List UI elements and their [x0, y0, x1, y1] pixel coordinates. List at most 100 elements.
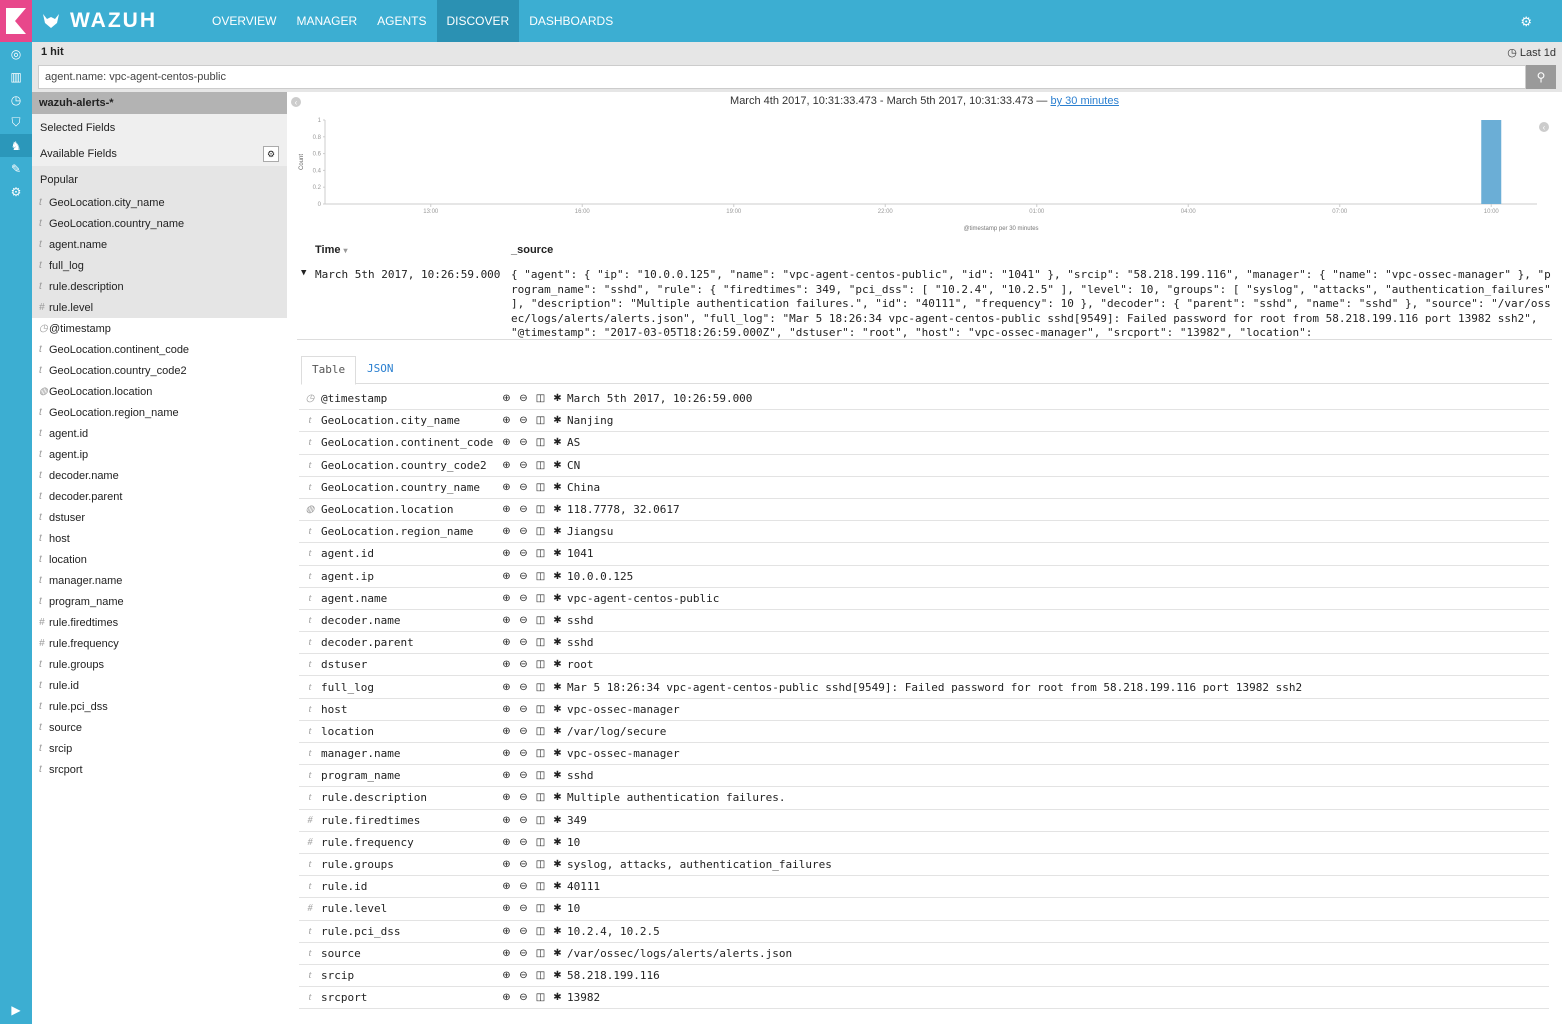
- toggle-column-icon[interactable]: ◫: [533, 726, 548, 737]
- filter-out-value-icon[interactable]: ⊖: [516, 970, 531, 981]
- sidebar-field-item[interactable]: t program_name: [32, 591, 287, 612]
- filter-for-value-icon[interactable]: ⊕: [499, 637, 514, 648]
- filter-exists-icon[interactable]: ✱: [550, 460, 565, 471]
- sidebar-field-item[interactable]: t host: [32, 528, 287, 549]
- toggle-column-icon[interactable]: ◫: [533, 615, 548, 626]
- sidebar-field-item[interactable]: t source: [32, 717, 287, 738]
- nav-dashboards[interactable]: DASHBOARDS: [519, 0, 623, 42]
- filter-exists-icon[interactable]: ✱: [550, 659, 565, 670]
- toggle-column-icon[interactable]: ◫: [533, 637, 548, 648]
- toggle-column-icon[interactable]: ◫: [533, 859, 548, 870]
- search-input[interactable]: [38, 65, 1526, 89]
- filter-for-value-icon[interactable]: ⊕: [499, 415, 514, 426]
- filter-exists-icon[interactable]: ✱: [550, 970, 565, 981]
- filter-for-value-icon[interactable]: ⊕: [499, 926, 514, 937]
- filter-out-value-icon[interactable]: ⊖: [516, 792, 531, 803]
- filter-for-value-icon[interactable]: ⊕: [499, 837, 514, 848]
- filter-exists-icon[interactable]: ✱: [550, 859, 565, 870]
- sidebar-field-item[interactable]: t decoder.parent: [32, 486, 287, 507]
- filter-for-value-icon[interactable]: ⊕: [499, 571, 514, 582]
- filter-exists-icon[interactable]: ✱: [550, 637, 565, 648]
- filter-out-value-icon[interactable]: ⊖: [516, 571, 531, 582]
- filter-for-value-icon[interactable]: ⊕: [499, 482, 514, 493]
- wazuh-wolf-icon[interactable]: ♞: [0, 134, 32, 157]
- wazuh-brand[interactable]: WAZUH: [42, 9, 202, 33]
- filter-exists-icon[interactable]: ✱: [550, 548, 565, 559]
- sidebar-field-item[interactable]: # rule.firedtimes: [32, 612, 287, 633]
- filter-exists-icon[interactable]: ✱: [550, 881, 565, 892]
- toggle-column-icon[interactable]: ◫: [533, 526, 548, 537]
- filter-out-value-icon[interactable]: ⊖: [516, 504, 531, 515]
- sidebar-field-item[interactable]: t agent.id: [32, 423, 287, 444]
- nav-agents[interactable]: AGENTS: [367, 0, 436, 42]
- sidebar-field-item[interactable]: t decoder.name: [32, 465, 287, 486]
- toggle-column-icon[interactable]: ◫: [533, 770, 548, 781]
- sidebar-field-item[interactable]: t srcip: [32, 738, 287, 759]
- filter-exists-icon[interactable]: ✱: [550, 504, 565, 515]
- toggle-column-icon[interactable]: ◫: [533, 748, 548, 759]
- index-pattern-selector[interactable]: wazuh-alerts-*: [32, 92, 287, 114]
- sidebar-field-item[interactable]: t GeoLocation.country_code2: [32, 360, 287, 381]
- filter-exists-icon[interactable]: ✱: [550, 770, 565, 781]
- time-column-header[interactable]: Time ▾: [315, 244, 348, 256]
- filter-for-value-icon[interactable]: ⊕: [499, 593, 514, 604]
- filter-exists-icon[interactable]: ✱: [550, 926, 565, 937]
- devtools-wrench-icon[interactable]: ✎: [0, 157, 32, 180]
- filter-exists-icon[interactable]: ✱: [550, 704, 565, 715]
- filter-out-value-icon[interactable]: ⊖: [516, 482, 531, 493]
- toggle-column-icon[interactable]: ◫: [533, 460, 548, 471]
- filter-out-value-icon[interactable]: ⊖: [516, 460, 531, 471]
- filter-out-value-icon[interactable]: ⊖: [516, 748, 531, 759]
- management-gear-icon[interactable]: ⚙: [0, 180, 32, 203]
- sidebar-field-item[interactable]: t location: [32, 549, 287, 570]
- filter-out-value-icon[interactable]: ⊖: [516, 615, 531, 626]
- toggle-column-icon[interactable]: ◫: [533, 682, 548, 693]
- toggle-column-icon[interactable]: ◫: [533, 881, 548, 892]
- filter-for-value-icon[interactable]: ⊕: [499, 815, 514, 826]
- filter-exists-icon[interactable]: ✱: [550, 571, 565, 582]
- filter-exists-icon[interactable]: ✱: [550, 815, 565, 826]
- filter-for-value-icon[interactable]: ⊕: [499, 881, 514, 892]
- filter-out-value-icon[interactable]: ⊖: [516, 837, 531, 848]
- toggle-column-icon[interactable]: ◫: [533, 504, 548, 515]
- toggle-column-icon[interactable]: ◫: [533, 593, 548, 604]
- filter-out-value-icon[interactable]: ⊖: [516, 437, 531, 448]
- toggle-column-icon[interactable]: ◫: [533, 992, 548, 1003]
- nav-discover[interactable]: DISCOVER: [436, 0, 520, 42]
- sidebar-field-item[interactable]: t dstuser: [32, 507, 287, 528]
- filter-for-value-icon[interactable]: ⊕: [499, 682, 514, 693]
- dashboard-clock-icon[interactable]: ◷: [0, 88, 32, 111]
- sidebar-field-item[interactable]: t GeoLocation.region_name: [32, 402, 287, 423]
- toggle-column-icon[interactable]: ◫: [533, 571, 548, 582]
- filter-for-value-icon[interactable]: ⊕: [499, 437, 514, 448]
- visualize-chart-icon[interactable]: ▥: [0, 65, 32, 88]
- search-button[interactable]: ⚲: [1526, 65, 1556, 89]
- toggle-column-icon[interactable]: ◫: [533, 903, 548, 914]
- filter-out-value-icon[interactable]: ⊖: [516, 903, 531, 914]
- filter-for-value-icon[interactable]: ⊕: [499, 504, 514, 515]
- toggle-column-icon[interactable]: ◫: [533, 659, 548, 670]
- time-picker[interactable]: ◷ Last 1d: [1507, 46, 1556, 59]
- toggle-column-icon[interactable]: ◫: [533, 792, 548, 803]
- sidebar-field-item[interactable]: # rule.level: [32, 297, 287, 318]
- filter-out-value-icon[interactable]: ⊖: [516, 659, 531, 670]
- collapse-play-icon[interactable]: ▶: [0, 1000, 32, 1020]
- sidebar-field-item[interactable]: t rule.id: [32, 675, 287, 696]
- filter-out-value-icon[interactable]: ⊖: [516, 881, 531, 892]
- interval-link[interactable]: by 30 minutes: [1050, 95, 1118, 107]
- filter-out-value-icon[interactable]: ⊖: [516, 704, 531, 715]
- filter-exists-icon[interactable]: ✱: [550, 948, 565, 959]
- filter-exists-icon[interactable]: ✱: [550, 437, 565, 448]
- sidebar-field-item[interactable]: t rule.groups: [32, 654, 287, 675]
- sidebar-field-item[interactable]: t rule.description: [32, 276, 287, 297]
- filter-for-value-icon[interactable]: ⊕: [499, 659, 514, 670]
- toggle-column-icon[interactable]: ◫: [533, 393, 548, 404]
- filter-for-value-icon[interactable]: ⊕: [499, 903, 514, 914]
- filter-exists-icon[interactable]: ✱: [550, 526, 565, 537]
- filter-for-value-icon[interactable]: ⊕: [499, 526, 514, 537]
- filter-exists-icon[interactable]: ✱: [550, 415, 565, 426]
- filter-for-value-icon[interactable]: ⊕: [499, 792, 514, 803]
- sidebar-field-item[interactable]: t GeoLocation.city_name: [32, 192, 287, 213]
- filter-for-value-icon[interactable]: ⊕: [499, 615, 514, 626]
- filter-out-value-icon[interactable]: ⊖: [516, 815, 531, 826]
